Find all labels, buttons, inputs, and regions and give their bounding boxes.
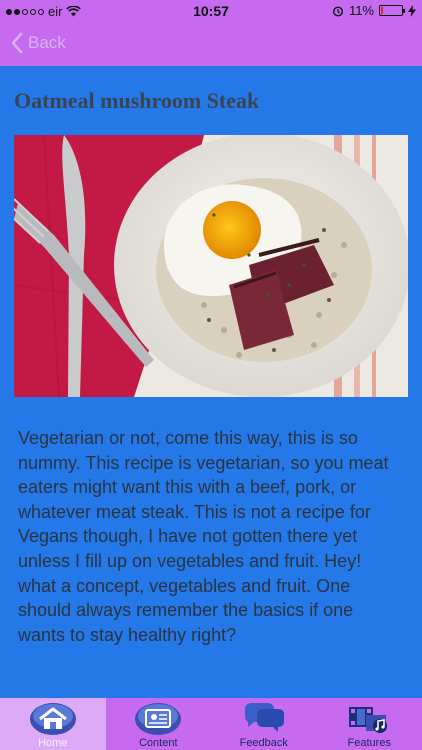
back-label: Back bbox=[28, 33, 66, 52]
tab-feedback[interactable]: Feedback bbox=[211, 698, 317, 750]
features-icon bbox=[349, 707, 388, 733]
content-icon bbox=[135, 703, 182, 735]
tab-features-label: Features bbox=[347, 737, 391, 749]
tab-bar: Home Content Feedback Features bbox=[0, 698, 422, 750]
page-title: Oatmeal mushroom Steak bbox=[14, 88, 260, 113]
charging-icon bbox=[408, 4, 416, 17]
battery-percent: 11% bbox=[348, 3, 374, 18]
battery-icon bbox=[379, 5, 405, 16]
tab-home[interactable]: Home bbox=[0, 698, 106, 750]
status-bar: eir 10:57 11% bbox=[0, 0, 422, 22]
tab-features[interactable]: Features bbox=[317, 698, 422, 750]
feedback-icon bbox=[244, 703, 284, 732]
navigation-bar: Back bbox=[0, 22, 422, 66]
recipe-photo bbox=[14, 135, 408, 397]
alarm-icon bbox=[332, 5, 343, 17]
tab-feedback-label: Feedback bbox=[239, 737, 288, 749]
recipe-description: Vegetarian or not, come this way, this i… bbox=[18, 428, 389, 645]
home-icon bbox=[29, 703, 76, 735]
tab-content-label: Content bbox=[138, 737, 178, 749]
tab-content[interactable]: Content bbox=[106, 698, 212, 750]
chevron-left-icon bbox=[11, 32, 23, 54]
back-button[interactable]: Back bbox=[10, 32, 66, 54]
tab-home-label: Home bbox=[38, 737, 68, 749]
status-right: 11% bbox=[332, 3, 416, 18]
recipe-content: Oatmeal mushroom Steak Vegetarian or not… bbox=[0, 66, 422, 698]
